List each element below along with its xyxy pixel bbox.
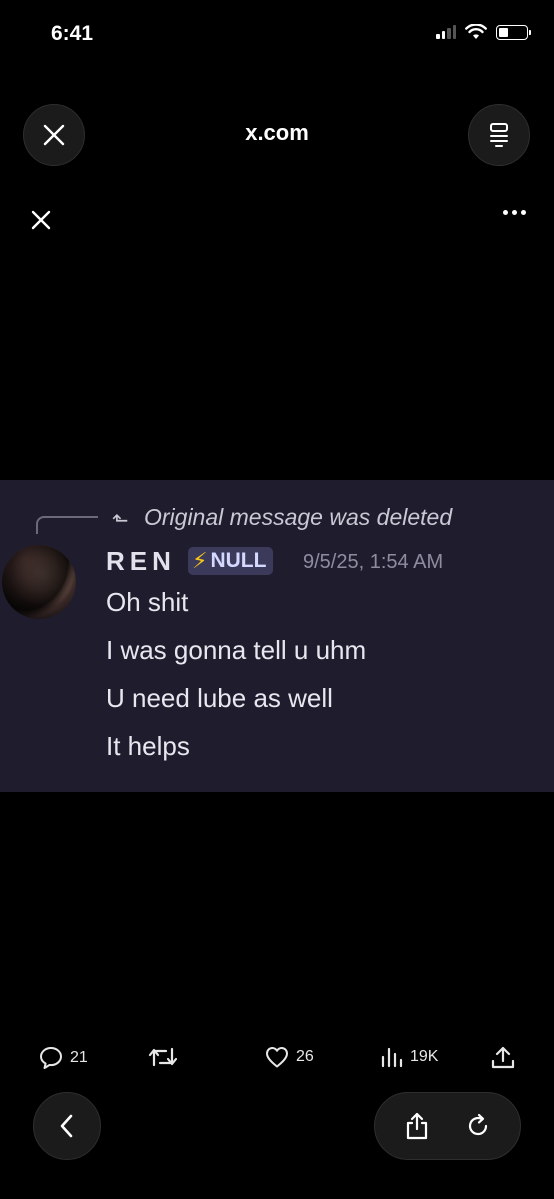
back-button[interactable] — [33, 1092, 101, 1160]
share-icon — [491, 1046, 515, 1069]
message-line: It helps — [106, 731, 190, 761]
repost-icon — [148, 1047, 178, 1067]
chevron-left-icon — [60, 1114, 73, 1138]
message-timestamp: 9/5/25, 1:54 AM — [303, 551, 444, 573]
heart-icon — [266, 1047, 288, 1068]
message-line: Oh shit — [106, 587, 189, 617]
status-time: 6:41 — [51, 22, 94, 45]
reply-action[interactable]: 21 — [38, 1045, 88, 1071]
cellular-signal-icon — [436, 25, 456, 39]
repost-action[interactable] — [148, 1045, 178, 1069]
page-menu-icon — [490, 123, 508, 147]
like-action[interactable]: 26 — [264, 1045, 314, 1069]
status-icons — [436, 24, 531, 40]
lightning-bolt-icon: ⚡︎ — [192, 548, 208, 573]
share-sheet-icon[interactable] — [403, 1111, 431, 1141]
reply-count: 21 — [70, 1049, 88, 1066]
views-bar-chart-icon — [381, 1047, 403, 1068]
message-line: I was gonna tell u uhm — [106, 635, 367, 665]
author-name: REN — [106, 546, 176, 576]
view-count: 19K — [410, 1048, 439, 1065]
role-badge: ⚡︎ NULL — [188, 547, 274, 575]
close-media-icon[interactable] — [28, 207, 54, 233]
bottom-action-pill — [374, 1092, 521, 1160]
like-count: 26 — [296, 1048, 314, 1065]
share-action[interactable] — [490, 1045, 516, 1071]
reply-bubble-icon — [40, 1047, 62, 1069]
badge-label: NULL — [210, 549, 267, 572]
reply-connector-line — [36, 516, 98, 534]
reader-menu-button[interactable] — [468, 104, 530, 166]
battery-icon — [496, 24, 531, 40]
more-options-icon[interactable] — [503, 210, 526, 215]
message-line: U need lube as well — [106, 683, 333, 713]
reply-arrow-icon: ⬑ — [112, 510, 129, 532]
avatar — [2, 545, 76, 619]
reload-icon[interactable] — [464, 1112, 492, 1140]
reply-notice: Original message was deleted — [144, 504, 453, 530]
wifi-icon — [465, 24, 487, 39]
message-screenshot: ⬑ Original message was deleted REN ⚡︎ NU… — [0, 480, 554, 792]
views-action[interactable]: 19K — [380, 1045, 438, 1069]
